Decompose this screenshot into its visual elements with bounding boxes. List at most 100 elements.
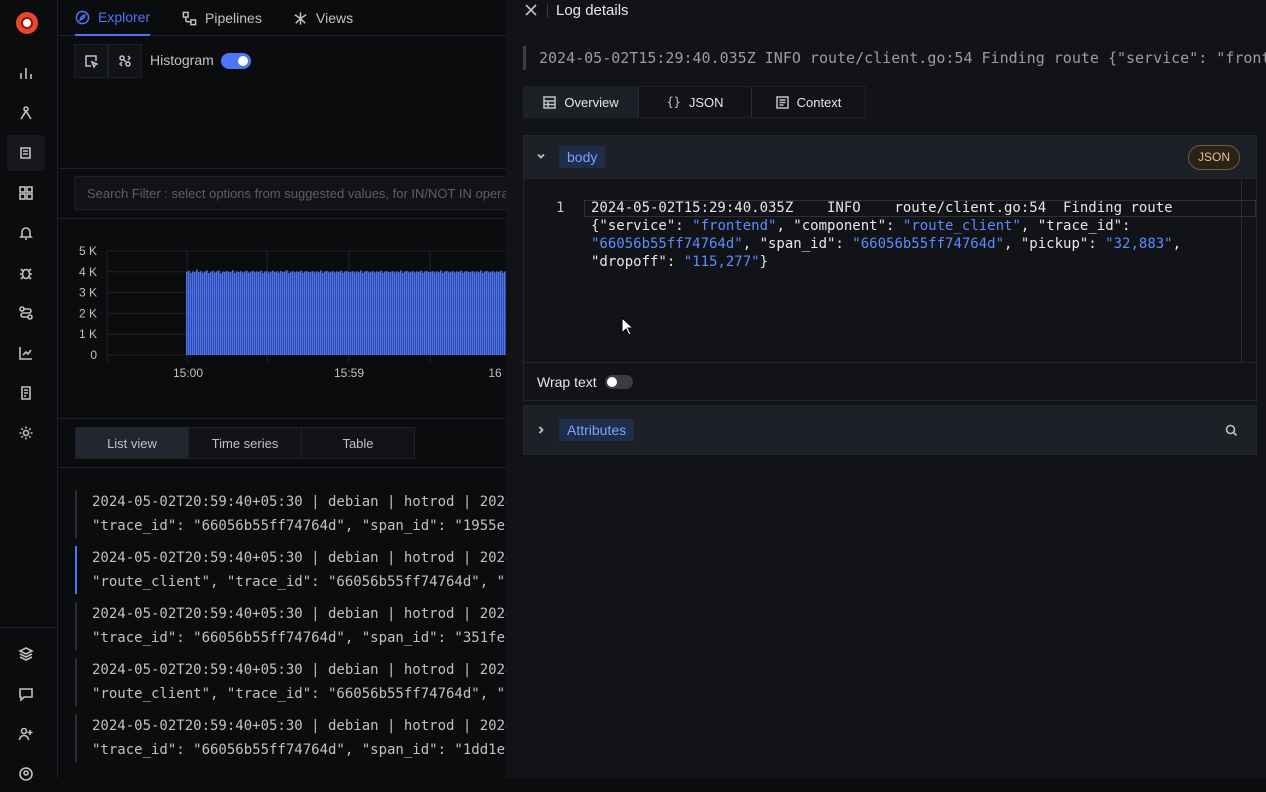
histogram-bar[interactable]: [188, 270, 190, 355]
service-map-icon[interactable]: [7, 295, 45, 331]
histogram-bar[interactable]: [414, 272, 416, 355]
histogram-bar[interactable]: [472, 271, 474, 355]
histogram-bar[interactable]: [186, 271, 188, 355]
chevron-down-icon[interactable]: [534, 149, 548, 163]
histogram-bar[interactable]: [194, 272, 196, 355]
histogram-bar[interactable]: [240, 271, 242, 355]
histogram-bar[interactable]: [224, 272, 226, 355]
histogram-bar[interactable]: [322, 272, 324, 355]
histogram-bar[interactable]: [334, 272, 336, 355]
histogram-bar[interactable]: [238, 272, 240, 355]
histogram-bar[interactable]: [318, 272, 320, 355]
log-row[interactable]: 2024-05-02T20:59:40+05:30 | debian | hot…: [75, 658, 506, 706]
histogram-bar[interactable]: [386, 270, 388, 355]
histogram-bar[interactable]: [266, 271, 268, 355]
histogram-bar[interactable]: [360, 270, 362, 355]
histogram-bar[interactable]: [260, 270, 262, 355]
histogram-bar[interactable]: [382, 272, 384, 355]
histogram-bar[interactable]: [488, 272, 490, 355]
histogram-bar[interactable]: [306, 270, 308, 355]
histogram-bar[interactable]: [230, 271, 232, 355]
tab-pipelines[interactable]: Pipelines: [182, 0, 262, 36]
histogram-bar[interactable]: [500, 270, 502, 355]
histogram-bar[interactable]: [338, 272, 340, 355]
histogram-bar[interactable]: [196, 269, 198, 355]
histogram-bar[interactable]: [328, 272, 330, 355]
histogram-bar[interactable]: [404, 271, 406, 355]
histogram-bar[interactable]: [234, 272, 236, 355]
tab-list-view[interactable]: List view: [76, 428, 189, 458]
histogram-bar[interactable]: [478, 272, 480, 355]
home-icon[interactable]: [7, 55, 45, 91]
histogram-bar[interactable]: [494, 272, 496, 355]
tab-time-series[interactable]: Time series: [189, 428, 302, 458]
histogram-bar[interactable]: [294, 272, 296, 355]
histogram-bar[interactable]: [466, 270, 468, 355]
histogram-bar[interactable]: [464, 271, 466, 355]
histogram-bar[interactable]: [486, 270, 488, 355]
histogram-bar[interactable]: [420, 270, 422, 355]
histogram-bar[interactable]: [312, 271, 314, 355]
histogram-bar[interactable]: [380, 270, 382, 355]
search-input[interactable]: [75, 177, 506, 209]
histogram-bar[interactable]: [222, 271, 224, 355]
histogram-bar[interactable]: [198, 272, 200, 355]
histogram-bar[interactable]: [242, 272, 244, 355]
editor-scrollbar[interactable]: [1241, 179, 1242, 363]
query-builder-button[interactable]: [108, 44, 142, 78]
tab-views[interactable]: Views: [293, 0, 353, 36]
histogram-bar[interactable]: [418, 272, 420, 355]
histogram-bar[interactable]: [362, 272, 364, 355]
tab-table[interactable]: Table: [302, 428, 414, 458]
histogram-bar[interactable]: [400, 270, 402, 355]
histogram-bar[interactable]: [308, 272, 310, 355]
histogram-bar[interactable]: [476, 271, 478, 355]
histogram-bar[interactable]: [226, 270, 228, 355]
histogram-bar[interactable]: [262, 272, 264, 355]
histogram-bar[interactable]: [310, 271, 312, 355]
histogram-bar[interactable]: [192, 271, 194, 355]
histogram-bar[interactable]: [272, 270, 274, 355]
histogram-bar[interactable]: [422, 272, 424, 355]
histogram-bar[interactable]: [440, 270, 442, 355]
histogram-bar[interactable]: [214, 272, 216, 355]
histogram-bar[interactable]: [236, 271, 238, 355]
logo[interactable]: [16, 12, 38, 34]
histogram-bar[interactable]: [302, 272, 304, 355]
histogram-bar[interactable]: [354, 272, 356, 355]
histogram-bar[interactable]: [356, 271, 358, 355]
histogram-bar[interactable]: [298, 272, 300, 355]
histogram-bar[interactable]: [408, 272, 410, 355]
close-icon[interactable]: [524, 3, 538, 17]
histogram-bar[interactable]: [448, 272, 450, 355]
histogram-bar[interactable]: [390, 271, 392, 355]
histogram-bar[interactable]: [282, 272, 284, 355]
histogram-bar[interactable]: [218, 270, 220, 355]
histogram-bar[interactable]: [254, 272, 256, 355]
wrap-text-toggle[interactable]: [605, 375, 633, 389]
histogram-bar[interactable]: [458, 272, 460, 355]
body-code-editor[interactable]: 1 2024-05-02T15:29:40.035Z INFO route/cl…: [524, 178, 1256, 363]
histogram-bar[interactable]: [438, 272, 440, 355]
histogram-bar[interactable]: [326, 270, 328, 355]
tab-context[interactable]: Context: [752, 87, 865, 117]
tab-explorer[interactable]: Explorer: [75, 0, 151, 36]
histogram-bar[interactable]: [216, 271, 218, 355]
histogram-bar[interactable]: [388, 272, 390, 355]
histogram-bar[interactable]: [280, 270, 282, 355]
alerts-icon[interactable]: [7, 215, 45, 251]
histogram-bar[interactable]: [428, 272, 430, 355]
histogram-bar[interactable]: [348, 272, 350, 355]
histogram-bar[interactable]: [248, 272, 250, 355]
user-icon[interactable]: [7, 756, 45, 792]
histogram-bar[interactable]: [424, 271, 426, 355]
histogram-bar[interactable]: [366, 270, 368, 355]
histogram-bar[interactable]: [412, 271, 414, 355]
log-row[interactable]: 2024-05-02T20:59:40+05:30 | debian | hot…: [75, 714, 506, 762]
histogram-bar[interactable]: [416, 271, 418, 355]
histogram-bar[interactable]: [228, 272, 230, 355]
histogram-bar[interactable]: [358, 272, 360, 355]
histogram-bar[interactable]: [288, 272, 290, 355]
histogram-bar[interactable]: [370, 271, 372, 355]
histogram-bar[interactable]: [342, 272, 344, 355]
